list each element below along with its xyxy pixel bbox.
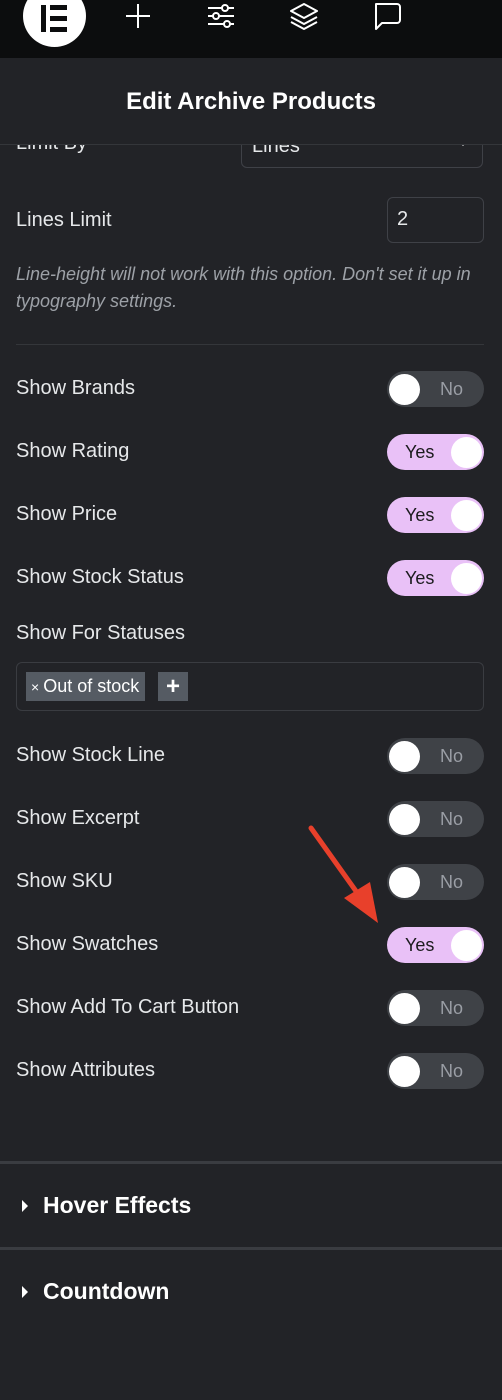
show-price-label: Show Price bbox=[16, 503, 118, 525]
toggle-knob bbox=[389, 993, 420, 1024]
show-for-statuses-label: Show For Statuses bbox=[16, 622, 185, 644]
toggle-knob bbox=[451, 437, 482, 468]
show-stock-line-toggle[interactable]: No bbox=[387, 738, 484, 774]
toggle-knob bbox=[389, 374, 420, 405]
toggle-state: No bbox=[439, 809, 463, 829]
page-title: Edit Archive Products bbox=[126, 88, 376, 115]
show-sku-toggle[interactable]: No bbox=[387, 864, 484, 900]
toggle-state: Yes bbox=[405, 568, 435, 588]
annotation-arrow-icon bbox=[308, 825, 378, 923]
toggle-state: Yes bbox=[405, 442, 435, 462]
top-toolbar bbox=[0, 0, 502, 58]
show-add-to-cart-label: Show Add To Cart Button bbox=[16, 996, 240, 1018]
statuses-multiselect[interactable]: × Out of stock + bbox=[16, 662, 484, 711]
show-stock-status-label: Show Stock Status bbox=[16, 566, 184, 588]
section-hover-effects[interactable]: Hover Effects bbox=[0, 1161, 502, 1247]
toggle-knob bbox=[389, 1056, 420, 1087]
divider bbox=[16, 344, 484, 345]
show-add-to-cart-toggle[interactable]: No bbox=[387, 990, 484, 1026]
show-stock-line-label: Show Stock Line bbox=[16, 744, 165, 766]
toggle-state: No bbox=[439, 1061, 463, 1081]
remove-tag-icon[interactable]: × bbox=[31, 679, 39, 695]
add-icon[interactable] bbox=[120, 0, 156, 32]
toggle-state: No bbox=[439, 379, 463, 399]
toggle-knob bbox=[451, 563, 482, 594]
toggle-knob bbox=[389, 804, 420, 835]
toggle-state: Yes bbox=[405, 505, 435, 525]
lines-limit-label: Lines Limit bbox=[16, 209, 112, 231]
toggle-knob bbox=[389, 867, 420, 898]
settings-sliders-icon[interactable] bbox=[203, 0, 239, 32]
status-tag-text: Out of stock bbox=[43, 676, 140, 696]
show-excerpt-toggle[interactable]: No bbox=[387, 801, 484, 837]
show-price-toggle[interactable]: Yes bbox=[387, 497, 484, 533]
comment-icon[interactable] bbox=[369, 0, 405, 32]
layers-icon[interactable] bbox=[286, 0, 322, 32]
show-rating-label: Show Rating bbox=[16, 440, 130, 462]
section-countdown[interactable]: Countdown bbox=[0, 1247, 502, 1333]
panel-header-cover: Edit Archive Products bbox=[0, 58, 502, 145]
show-brands-label: Show Brands bbox=[16, 377, 135, 399]
caret-right-icon bbox=[22, 1286, 28, 1298]
show-excerpt-label: Show Excerpt bbox=[16, 807, 140, 829]
toggle-state: No bbox=[439, 872, 463, 892]
show-swatches-toggle[interactable]: Yes bbox=[387, 927, 484, 963]
show-stock-status-toggle[interactable]: Yes bbox=[387, 560, 484, 596]
toggle-state: No bbox=[439, 746, 463, 766]
status-tag[interactable]: × Out of stock bbox=[26, 672, 146, 701]
show-rating-toggle[interactable]: Yes bbox=[387, 434, 484, 470]
show-sku-label: Show SKU bbox=[16, 870, 113, 892]
toggle-knob bbox=[389, 741, 420, 772]
show-brands-toggle[interactable]: No bbox=[387, 371, 484, 407]
toggle-knob bbox=[451, 930, 482, 961]
add-status-button[interactable]: + bbox=[158, 672, 188, 701]
toggle-knob bbox=[451, 500, 482, 531]
toggle-state: Yes bbox=[405, 935, 435, 955]
elementor-logo-icon[interactable] bbox=[23, 0, 86, 47]
show-swatches-label: Show Swatches bbox=[16, 933, 159, 955]
show-attributes-label: Show Attributes bbox=[16, 1059, 155, 1081]
caret-right-icon bbox=[22, 1200, 28, 1212]
section-title: Hover Effects bbox=[43, 1192, 192, 1218]
toggle-state: No bbox=[439, 998, 463, 1018]
show-attributes-toggle[interactable]: No bbox=[387, 1053, 484, 1089]
section-title: Countdown bbox=[43, 1278, 170, 1304]
help-note: Line-height will not work with this opti… bbox=[16, 264, 471, 311]
lines-limit-input[interactable]: 2 bbox=[387, 197, 484, 243]
